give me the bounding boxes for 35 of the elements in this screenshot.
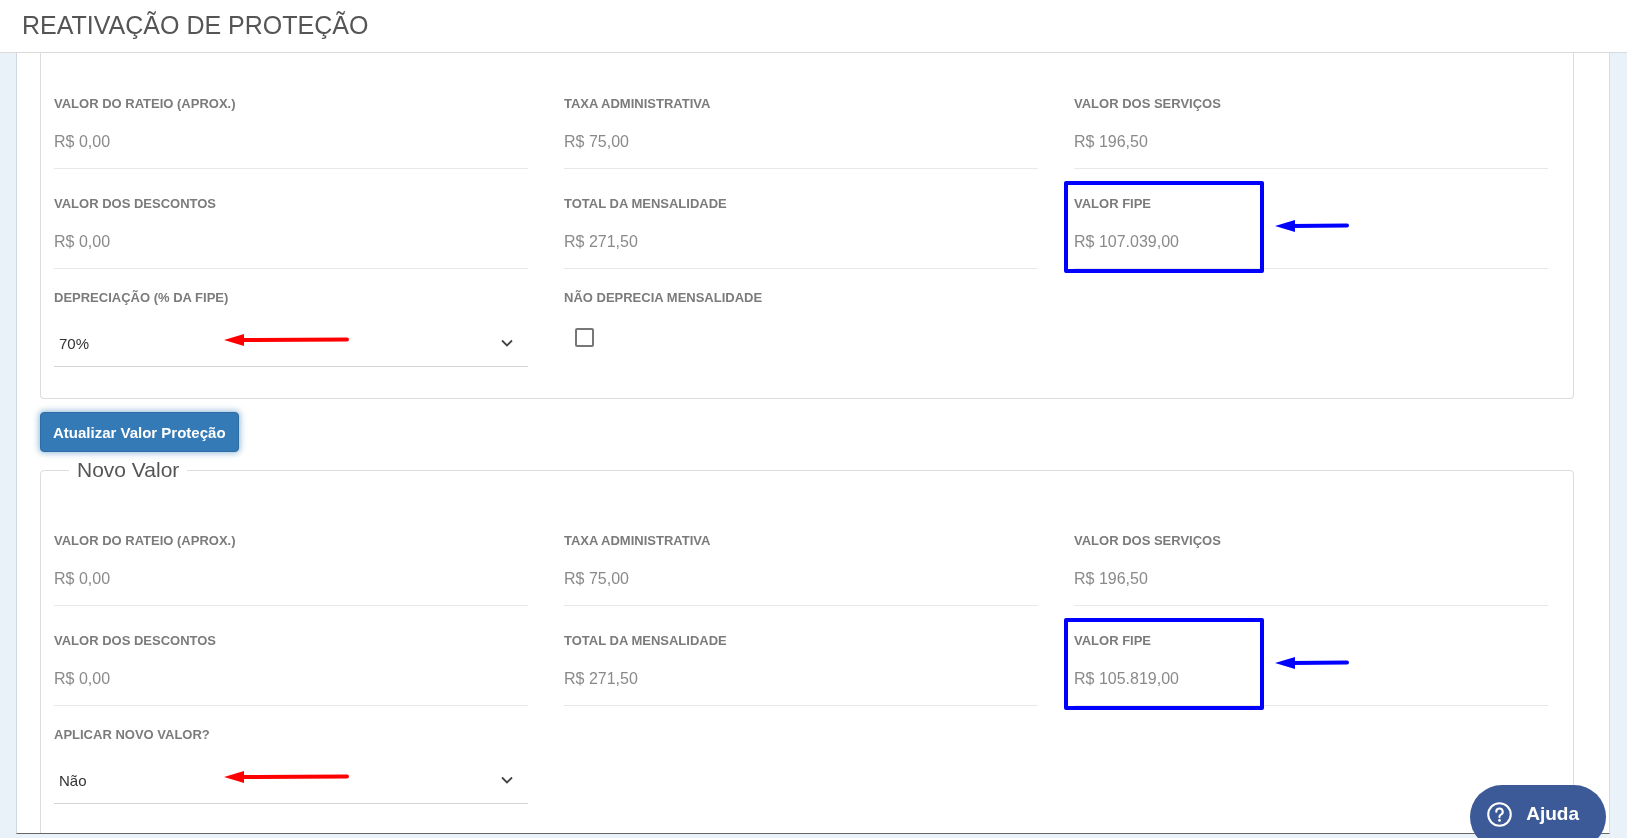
field-label: TOTAL DA MENSALIDADE [564,196,727,212]
field-value: R$ 0,00 [54,569,111,589]
field-value: R$ 105.819,00 [1074,669,1179,689]
field-label: VALOR DO RATEIO (APROX.) [54,533,236,549]
field-label: VALOR FIPE [1074,196,1152,212]
field-value: R$ 271,50 [564,232,638,252]
field-label: TAXA ADMINISTRATIVA [564,533,711,549]
field-label: VALOR DOS SERVIÇOS [1074,96,1221,112]
field-label: VALOR DOS DESCONTOS [54,633,217,649]
chevron-down-icon [501,339,513,347]
update-value-button[interactable]: Atualizar Valor Proteção [40,412,239,452]
field-value: R$ 0,00 [54,232,111,252]
field-label: TOTAL DA MENSALIDADE [564,633,727,649]
field-label: TAXA ADMINISTRATIVA [564,96,711,112]
field-value: R$ 107.039,00 [1074,232,1179,252]
help-button[interactable]: Ajuda [1470,785,1606,838]
field-label: NÃO DEPRECIA MENSALIDADE [564,290,763,306]
field-label: VALOR DOS SERVIÇOS [1074,533,1221,549]
field-label: VALOR DO RATEIO (APROX.) [54,96,236,112]
field-value: R$ 271,50 [564,669,638,689]
field-value: R$ 75,00 [564,132,629,152]
help-icon [1487,801,1513,827]
field-value: R$ 196,50 [1074,569,1148,589]
section-legend: Novo Valor [69,458,188,482]
field-label: APLICAR NOVO VALOR? [54,727,210,743]
field-value: R$ 75,00 [564,569,629,589]
field-value: R$ 0,00 [54,132,111,152]
field-value: R$ 0,00 [54,669,111,689]
field-label: DEPRECIAÇÃO (% DA FIPE) [54,290,229,306]
field-value: R$ 196,50 [1074,132,1148,152]
page-title: REATIVAÇÃO DE PROTEÇÃO [22,9,369,40]
chevron-down-icon [501,776,513,784]
field-label: VALOR FIPE [1074,633,1152,649]
field-label: VALOR DOS DESCONTOS [54,196,217,212]
checkbox[interactable] [575,328,594,347]
